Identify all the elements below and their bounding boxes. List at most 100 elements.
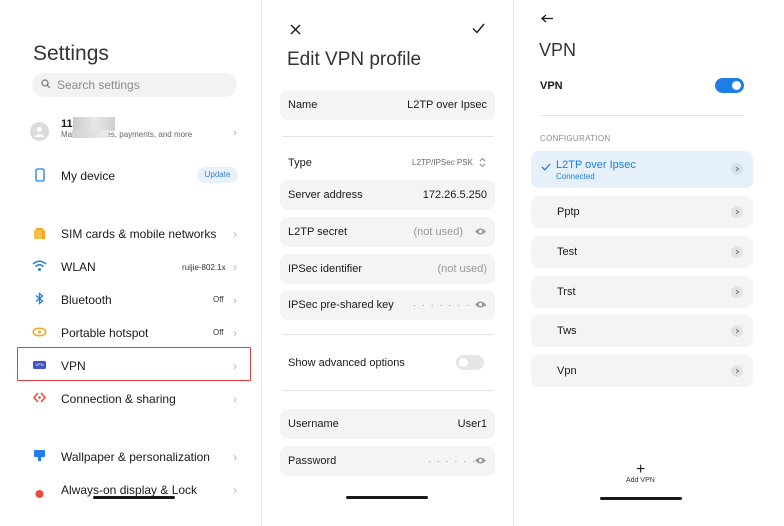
page-title: VPN: [539, 40, 577, 60]
chevron-right-icon: ›: [233, 227, 237, 241]
chevron-right-icon[interactable]: [731, 206, 743, 218]
check-icon[interactable]: [472, 23, 485, 34]
vpn-profile-name: Pptp: [557, 206, 580, 218]
update-button[interactable]: Update: [197, 167, 238, 183]
edit-vpn-panel: Edit VPN profile Name L2TP over Ipsec Ty…: [262, 0, 513, 526]
type-select[interactable]: L2TP/IPSec PSK: [412, 158, 473, 167]
gesture-bar[interactable]: [346, 496, 428, 499]
vpn-profile-status: Connected: [556, 172, 595, 181]
page-title: Settings: [33, 42, 109, 65]
gesture-bar[interactable]: [600, 497, 682, 500]
hotspot-value: Off: [213, 328, 224, 337]
chevron-right-icon[interactable]: [731, 286, 743, 298]
section-divider: [282, 136, 494, 137]
ipsec-psk-field[interactable]: IPSec pre-shared key · · · · · · · · ·: [280, 290, 495, 320]
eye-icon[interactable]: [474, 227, 487, 236]
chevron-up-down-icon[interactable]: [479, 157, 486, 168]
add-vpn-button[interactable]: Add VPN: [626, 477, 655, 484]
section-divider: [282, 334, 494, 335]
vpn-profile-name: Tws: [557, 325, 577, 337]
search-icon: [41, 79, 51, 89]
vpn-highlight-box: [17, 347, 251, 381]
sidebar-item-wlan[interactable]: WLAN: [61, 260, 96, 274]
vpn-profile-item[interactable]: Tws: [531, 315, 753, 347]
chevron-right-icon[interactable]: [731, 365, 743, 377]
chevron-right-icon: ›: [233, 483, 237, 497]
close-icon[interactable]: [290, 24, 301, 35]
vpn-panel: VPN VPN CONFIGURATION L2TP over Ipsec Co…: [514, 0, 784, 526]
hotspot-icon: [32, 327, 47, 337]
chevron-right-icon[interactable]: ›: [233, 125, 237, 139]
server-address-label: Server address: [288, 189, 363, 201]
chevron-right-icon[interactable]: [731, 163, 743, 175]
advanced-options-toggle[interactable]: [456, 355, 484, 370]
redacted-area: [72, 130, 108, 138]
l2tp-secret-value: (not used): [413, 226, 463, 238]
person-icon: [35, 127, 44, 137]
l2tp-secret-label: L2TP secret: [288, 226, 348, 238]
connection-sharing-icon: [33, 392, 46, 403]
back-arrow-icon[interactable]: [541, 14, 554, 23]
ipsec-identifier-field[interactable]: IPSec identifier (not used): [280, 254, 495, 284]
wifi-icon: [32, 260, 47, 271]
name-field[interactable]: Name L2TP over Ipsec: [280, 90, 495, 120]
vpn-profile-name: Trst: [557, 286, 576, 298]
chevron-right-icon[interactable]: [731, 246, 743, 258]
chevron-right-icon[interactable]: [731, 325, 743, 337]
avatar[interactable]: [30, 122, 49, 141]
name-value: L2TP over Ipsec: [407, 99, 487, 111]
configuration-header: CONFIGURATION: [540, 134, 611, 143]
wallpaper-icon: [34, 450, 45, 461]
redacted-area: [73, 117, 115, 131]
wlan-value: ruijie-802.1x: [182, 263, 226, 272]
sim-card-icon: [34, 228, 45, 239]
chevron-right-icon: ›: [233, 450, 237, 464]
search-placeholder: Search settings: [57, 78, 140, 92]
section-divider: [540, 115, 744, 116]
ipsec-psk-label: IPSec pre-shared key: [288, 299, 394, 311]
vpn-toggle-label: VPN: [540, 80, 563, 92]
type-label: Type: [288, 157, 312, 169]
settings-panel: Settings Search settings 11 Ma ud servic…: [0, 0, 261, 526]
account-id: 11: [61, 118, 73, 130]
my-device-label[interactable]: My device: [61, 169, 115, 183]
vpn-profile-item[interactable]: Test: [531, 236, 753, 268]
sidebar-item-hotspot[interactable]: Portable hotspot: [61, 326, 148, 340]
sidebar-item-bluetooth[interactable]: Bluetooth: [61, 293, 112, 307]
vpn-profile-item[interactable]: L2TP over Ipsec Connected: [531, 151, 753, 188]
username-field[interactable]: Username User1: [280, 409, 495, 439]
chevron-right-icon: ›: [233, 293, 237, 307]
bluetooth-icon: [35, 292, 44, 305]
username-label: Username: [288, 418, 339, 430]
server-address-field[interactable]: Server address 172.26.5.250: [280, 180, 495, 210]
l2tp-secret-field[interactable]: L2TP secret (not used): [280, 217, 495, 247]
password-label: Password: [288, 455, 337, 467]
server-address-value: 172.26.5.250: [422, 189, 487, 201]
page-title: Edit VPN profile: [287, 49, 422, 70]
name-label: Name: [288, 99, 318, 111]
bluetooth-value: Off: [213, 295, 224, 304]
password-field[interactable]: Password · · · · · · ·: [280, 446, 495, 476]
search-input[interactable]: Search settings: [32, 73, 237, 97]
vpn-profile-name: Vpn: [557, 365, 577, 377]
eye-icon[interactable]: [474, 456, 487, 465]
username-value: User1: [457, 418, 487, 430]
gesture-bar[interactable]: [93, 496, 175, 499]
eye-icon[interactable]: [474, 300, 487, 309]
vpn-profile-item[interactable]: Vpn: [531, 355, 753, 387]
vpn-profile-name: Test: [557, 246, 578, 258]
vpn-profile-name: L2TP over Ipsec: [556, 159, 636, 171]
sidebar-item-sim[interactable]: SIM cards & mobile networks: [61, 227, 216, 241]
ipsec-identifier-label: IPSec identifier: [288, 263, 362, 275]
sidebar-item-wallpaper[interactable]: Wallpaper & personalization: [61, 450, 210, 464]
phone-icon: [35, 168, 45, 182]
vpn-toggle[interactable]: [715, 78, 744, 93]
vpn-profile-item[interactable]: Trst: [531, 276, 753, 308]
check-icon: [541, 163, 551, 171]
chevron-right-icon: ›: [233, 260, 237, 274]
vpn-profile-item[interactable]: Pptp: [531, 196, 753, 228]
section-divider: [282, 390, 494, 391]
sidebar-item-always-on[interactable]: Always-on display & Lock: [61, 483, 197, 497]
sidebar-item-connection-sharing[interactable]: Connection & sharing: [61, 392, 176, 406]
lock-screen-icon: [35, 490, 44, 498]
